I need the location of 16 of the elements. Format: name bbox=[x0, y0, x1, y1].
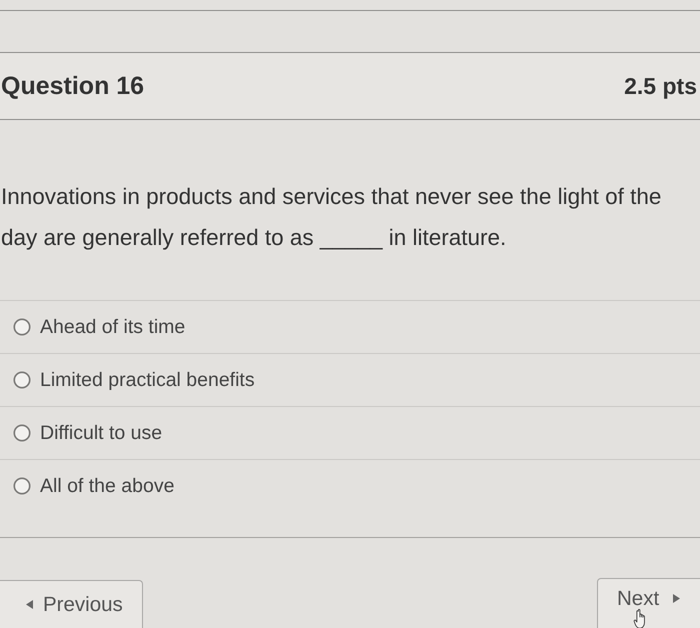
radio-button-icon[interactable] bbox=[13, 477, 31, 495]
answer-option[interactable]: Limited practical benefits bbox=[40, 368, 255, 392]
previous-button[interactable]: Previous bbox=[0, 580, 143, 628]
radio-button-icon[interactable] bbox=[13, 371, 31, 389]
next-button[interactable]: Next bbox=[597, 578, 700, 628]
answer-option[interactable]: All of the above bbox=[40, 474, 174, 498]
caret-right-icon bbox=[673, 594, 680, 603]
answer-option[interactable]: Ahead of its time bbox=[40, 316, 186, 338]
radio-button-icon[interactable] bbox=[13, 318, 31, 336]
points-label: 2.5 pts bbox=[624, 72, 697, 100]
question-title: Question 16 bbox=[1, 72, 144, 100]
hand-pointer-icon bbox=[632, 609, 648, 628]
answer-option[interactable]: Difficult to use bbox=[40, 422, 162, 444]
question-text: Innovations in products and services that never see the light of the day are generally referred to as _____ in literature. bbox=[1, 183, 662, 252]
caret-left-icon bbox=[26, 600, 33, 609]
radio-button-icon[interactable] bbox=[13, 424, 31, 442]
